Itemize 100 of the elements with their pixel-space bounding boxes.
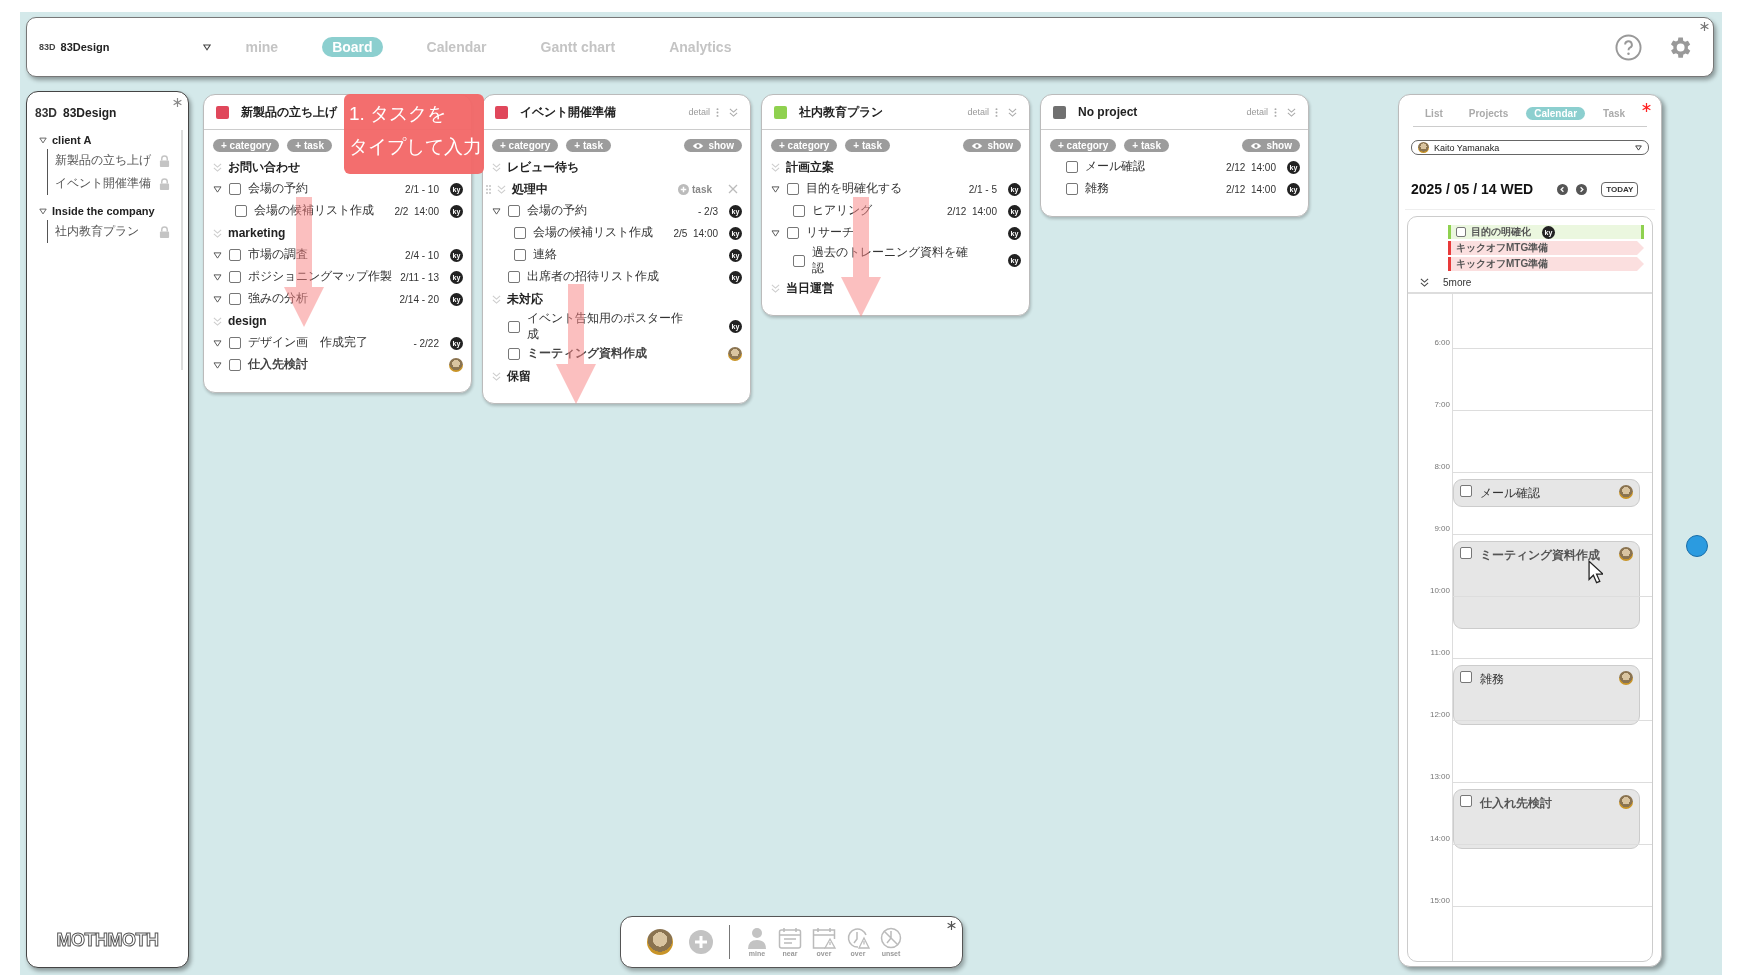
task-name[interactable]: 過去のトレーニング資料を確認 [812,245,968,277]
task-name[interactable]: ポジショニングマップ作製 [248,269,392,285]
task-name[interactable]: イベント告知用のポスター作成 [527,311,683,343]
hour-label: 9:00 [1433,524,1451,535]
timed-event[interactable]: 仕入れ先検討 [1453,789,1640,849]
project-item[interactable]: 新製品の立ち上げ [55,152,151,169]
previous-icon[interactable] [1557,183,1569,195]
client-group[interactable]: client A [52,134,92,146]
project-item[interactable]: イベント開催準備 [55,175,151,192]
help-icon[interactable] [1615,33,1642,61]
task-checkbox[interactable] [229,249,241,261]
collapse-toggle[interactable] [771,229,780,237]
task-checkbox[interactable] [235,205,247,217]
task-name[interactable]: 目的を明確化する [806,181,902,197]
collapse-toggle[interactable] [213,361,222,369]
next-icon[interactable] [1576,183,1588,195]
event-checkbox[interactable] [1460,671,1472,683]
task-checkbox[interactable] [514,249,526,261]
task-checkbox[interactable] [229,293,241,305]
dropdown-caret-icon[interactable] [203,43,212,51]
asterisk-icon[interactable] [1700,22,1709,31]
event-checkbox[interactable] [1460,795,1472,807]
collapse-toggle[interactable] [492,207,501,215]
task-checkbox[interactable] [1066,161,1078,173]
hour-label: 12:00 [1428,710,1451,721]
collapse-toggle[interactable] [771,185,780,193]
avatar[interactable] [647,929,673,955]
drag-handle-icon[interactable] [486,184,491,194]
task-name[interactable]: ミーティング資料作成 [527,346,647,362]
collapse-toggle[interactable] [213,273,222,281]
task-date: - 2/3 [698,205,718,217]
collapse-toggle[interactable] [213,185,222,193]
caret-icon [1635,144,1642,151]
task-name[interactable]: 雑務 [1085,181,1109,197]
avatar [1619,671,1633,685]
task-name[interactable]: 強みの分析 [248,291,308,307]
category-title: 当日運営 [786,279,835,297]
task-checkbox[interactable] [793,205,805,217]
user-select[interactable]: Kaito Yamanaka [1411,140,1649,155]
event-checkbox[interactable] [1456,227,1466,237]
task-name[interactable]: 会場の予約 [527,203,587,219]
task-name[interactable]: メール確認 [1085,159,1145,175]
task-checkbox[interactable] [508,271,520,283]
task-name[interactable]: 会場の予約 [248,181,308,197]
task-name[interactable]: デザイン画 作成完了 [248,335,368,351]
task-name[interactable]: ヒアリング [812,203,872,219]
more-icon[interactable] [995,106,998,118]
task-date: 2/1 - 5 [968,183,997,195]
floating-dot[interactable] [1686,535,1708,557]
task-checkbox[interactable] [229,271,241,283]
double-chevron-icon[interactable] [1420,278,1429,287]
task-date: 2/12 14:00 [946,205,997,217]
task-checkbox[interactable] [229,337,241,349]
task-checkbox[interactable] [229,359,241,371]
avatar [1418,142,1429,153]
workspace-name[interactable]: 83Design [60,41,110,53]
task-name[interactable]: リサーチ [806,225,854,241]
add-task-button[interactable]: task [678,183,712,195]
collapse-toggle[interactable] [39,207,47,215]
task-checkbox[interactable] [793,254,805,267]
today-button[interactable]: TODAY [1601,181,1639,197]
task-checkbox[interactable] [508,205,520,217]
collapse-toggle[interactable] [213,295,222,303]
project-item[interactable]: 社内教育プラン [55,223,139,240]
collapse-toggle[interactable] [213,339,222,347]
asterisk-icon[interactable] [947,921,956,930]
more-icon[interactable] [716,106,719,118]
task-name[interactable]: 会場の候補リスト作成 [254,203,374,219]
task-date: 2/14 - 20 [399,293,439,305]
task-checkbox[interactable] [787,227,799,239]
all-day-event[interactable]: キックオフMTG準備 [1448,257,1644,271]
task-name[interactable]: 連絡 [533,247,557,263]
more-icon[interactable] [1274,106,1277,118]
project-title: 新製品の立ち上げ [241,103,337,121]
more-link[interactable]: 5more [1443,277,1472,288]
avatar [728,347,742,362]
asterisk-icon[interactable] [173,98,182,107]
task-date: - 2/22 [413,337,439,349]
task-checkbox[interactable] [787,183,799,195]
collapse-toggle[interactable] [213,251,222,259]
task-name[interactable]: 会場の候補リスト作成 [533,225,653,241]
task-name[interactable]: 仕入先検討 [248,357,308,373]
timed-event[interactable]: メール確認 [1453,479,1640,507]
task-checkbox[interactable] [229,183,241,195]
category-title: design [228,314,268,328]
task-checkbox[interactable] [508,348,520,361]
task-date: 2/12 14:00 [1225,161,1276,173]
asterisk-icon[interactable] [1642,103,1651,112]
task-checkbox[interactable] [514,227,526,239]
avatar [1619,485,1633,499]
collapse-toggle[interactable] [39,136,47,144]
all-day-event[interactable]: キックオフMTG準備 [1448,241,1644,255]
task-name[interactable]: 出席者の招待リスト作成 [527,269,659,285]
timed-event[interactable]: 雑務 [1453,665,1640,725]
client-group[interactable]: Inside the company [52,205,155,217]
task-checkbox[interactable] [1066,183,1078,195]
event-checkbox[interactable] [1460,485,1472,497]
task-checkbox[interactable] [508,320,520,333]
scrollbar[interactable] [181,130,183,370]
task-name[interactable]: 市場の調査 [248,247,308,263]
